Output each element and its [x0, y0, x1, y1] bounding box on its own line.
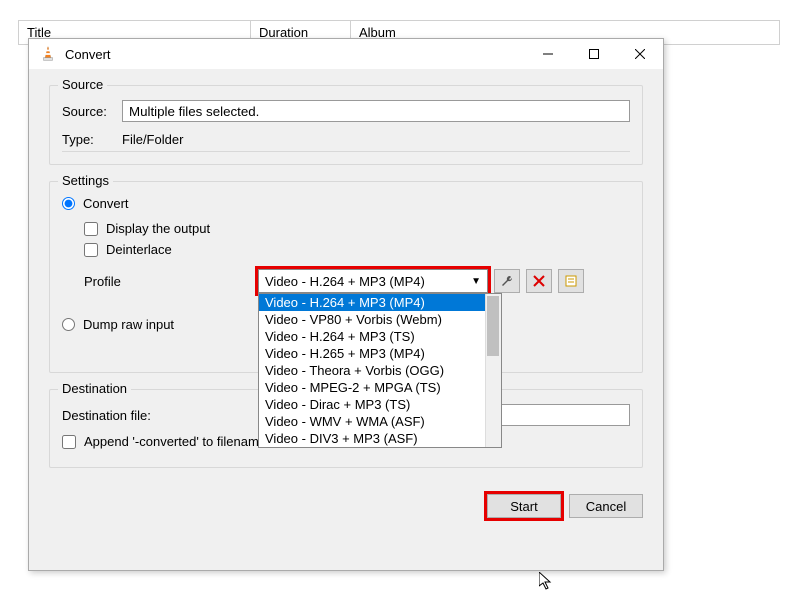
cancel-button[interactable]: Cancel [569, 494, 643, 518]
source-group: Source Source: Type: File/Folder [49, 85, 643, 165]
source-input[interactable] [122, 100, 630, 122]
dump-raw-label: Dump raw input [83, 317, 174, 332]
display-output-checkbox[interactable] [84, 222, 98, 236]
wrench-icon [500, 274, 514, 288]
chevron-down-icon: ▼ [471, 276, 481, 287]
delete-profile-button[interactable] [526, 269, 552, 293]
close-button[interactable] [617, 39, 663, 69]
profile-label: Profile [84, 274, 258, 289]
profile-option[interactable]: Audio - Vorbis (OGG) [259, 447, 501, 448]
mouse-cursor-icon [539, 572, 555, 592]
profile-option[interactable]: Video - H.264 + MP3 (TS) [259, 328, 501, 345]
profile-option[interactable]: Video - VP80 + Vorbis (Webm) [259, 311, 501, 328]
deinterlace-checkbox[interactable] [84, 243, 98, 257]
new-profile-icon [564, 274, 578, 288]
dropdown-scrollbar[interactable] [485, 294, 501, 447]
append-converted-checkbox[interactable] [62, 435, 76, 449]
type-value: File/Folder [122, 132, 183, 147]
destination-file-label: Destination file: [62, 408, 242, 423]
profile-dropdown-list[interactable]: Video - H.264 + MP3 (MP4) Video - VP80 +… [258, 293, 502, 448]
convert-radio-label: Convert [83, 196, 129, 211]
profile-option[interactable]: Video - MPEG-2 + MPGA (TS) [259, 379, 501, 396]
delete-icon [533, 275, 545, 287]
display-output-label: Display the output [106, 221, 210, 236]
convert-radio[interactable] [62, 197, 75, 210]
profile-option[interactable]: Video - Dirac + MP3 (TS) [259, 396, 501, 413]
edit-profile-button[interactable] [494, 269, 520, 293]
profile-option[interactable]: Video - Theora + Vorbis (OGG) [259, 362, 501, 379]
profile-option[interactable]: Video - H.264 + MP3 (MP4) [259, 294, 501, 311]
source-group-label: Source [58, 77, 107, 92]
window-title: Convert [65, 47, 525, 62]
settings-group: Settings Convert Display the output Dein… [49, 181, 643, 373]
deinterlace-label: Deinterlace [106, 242, 172, 257]
maximize-button[interactable] [571, 39, 617, 69]
profile-selected: Video - H.264 + MP3 (MP4) [265, 274, 425, 289]
vlc-icon [39, 45, 57, 63]
source-label: Source: [62, 104, 122, 119]
new-profile-button[interactable] [558, 269, 584, 293]
start-button[interactable]: Start [487, 494, 561, 518]
profile-option[interactable]: Video - WMV + WMA (ASF) [259, 413, 501, 430]
append-converted-label: Append '-converted' to filename [84, 434, 266, 449]
titlebar: Convert [29, 39, 663, 69]
type-label: Type: [62, 132, 122, 147]
dump-raw-radio[interactable] [62, 318, 75, 331]
destination-group-label: Destination [58, 381, 131, 396]
convert-dialog: Convert Source Source: Type: File/Folder… [28, 38, 664, 571]
profile-option[interactable]: Video - DIV3 + MP3 (ASF) [259, 430, 501, 447]
profile-option[interactable]: Video - H.265 + MP3 (MP4) [259, 345, 501, 362]
minimize-button[interactable] [525, 39, 571, 69]
profile-dropdown[interactable]: Video - H.264 + MP3 (MP4) ▼ [258, 269, 488, 293]
settings-group-label: Settings [58, 173, 113, 188]
